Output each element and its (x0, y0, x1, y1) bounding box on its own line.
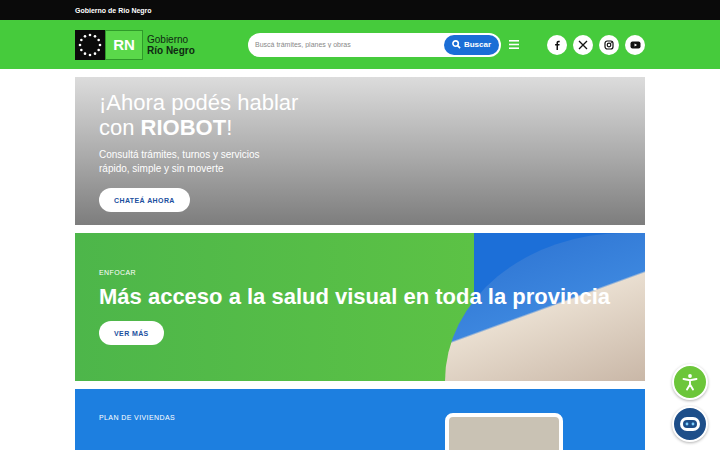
banner[interactable]: ¡Ahora podés hablar con RIOBOT! Consultá… (75, 77, 645, 225)
social-links (547, 35, 645, 55)
header: RN Gobierno Río Negro Buscá trámites, pl… (0, 20, 720, 69)
magnifier-icon (452, 40, 461, 49)
banner-content: ¡Ahora podés hablar con RIOBOT! Consultá… (75, 90, 329, 212)
menu-icon[interactable] (509, 40, 519, 49)
house-photo (445, 413, 563, 450)
banner-title: Más acceso a la salud visual en toda la … (99, 284, 610, 309)
search-placeholder[interactable]: Buscá trámites, planes y obras (255, 41, 351, 48)
banner-content: ENFOCAR Más acceso a la salud visual en … (75, 269, 610, 345)
banner[interactable]: PLAN DE VIVIENDAS (75, 389, 645, 450)
banner-subtitle: Consultá trámites, turnos y servicios rá… (99, 148, 289, 176)
stars-icon (75, 30, 105, 60)
banner-list: ¡Ahora podés hablar con RIOBOT! Consultá… (0, 69, 720, 450)
logo-text: Gobierno Río Negro (147, 34, 195, 56)
top-bar: Gobierno de Río Negro (0, 0, 720, 20)
search-field[interactable]: Buscá trámites, planes y obras Buscar (248, 33, 501, 57)
banner-button[interactable]: CHATEÁ AHORA (99, 188, 190, 212)
facebook-icon[interactable] (547, 35, 567, 55)
banner[interactable]: ENFOCAR Más acceso a la salud visual en … (75, 233, 645, 381)
banner-button[interactable]: VER MÁS (99, 321, 164, 345)
banner-label: ENFOCAR (99, 269, 610, 276)
x-icon[interactable] (573, 35, 593, 55)
instagram-icon[interactable] (599, 35, 619, 55)
top-bar-title: Gobierno de Río Negro (75, 7, 152, 14)
banner-label: PLAN DE VIVIENDAS (99, 414, 175, 421)
logo-mark: RN (105, 30, 143, 60)
chatbot-icon[interactable] (672, 406, 708, 442)
accessibility-icon[interactable] (672, 364, 708, 400)
youtube-icon[interactable] (625, 35, 645, 55)
search-button[interactable]: Buscar (444, 35, 499, 55)
banner-title: ¡Ahora podés hablar con RIOBOT! (99, 90, 329, 140)
banner-content: PLAN DE VIVIENDAS (75, 389, 175, 429)
page: Gobierno de Río Negro RN Gobierno Río Ne… (0, 0, 720, 450)
logo[interactable]: RN Gobierno Río Negro (75, 30, 248, 60)
